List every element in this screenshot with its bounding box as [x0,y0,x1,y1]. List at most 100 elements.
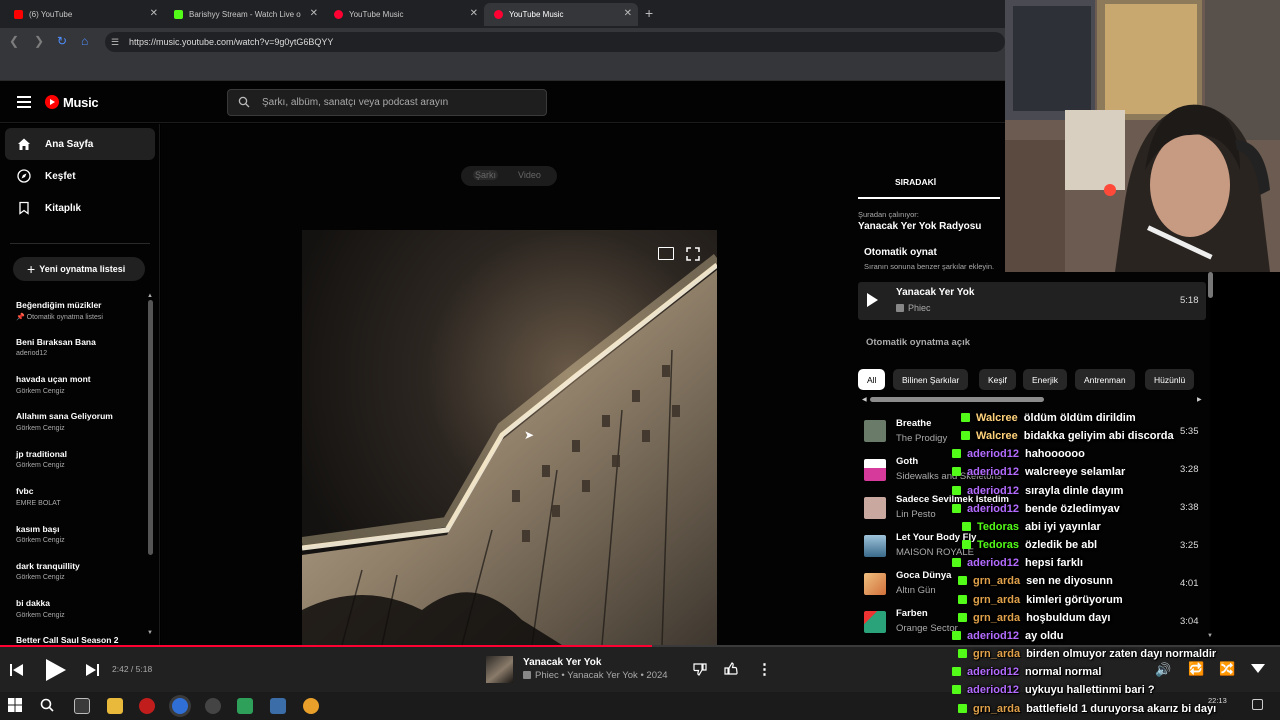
chat-username[interactable]: Tedoras [977,539,1019,551]
chat-username[interactable]: aderiod12 [967,684,1019,696]
fullscreen-icon[interactable] [686,247,700,261]
miniplayer-icon[interactable] [658,247,674,260]
browser-app-icon[interactable] [172,698,188,714]
queue-item-title[interactable]: Farben [896,608,928,619]
playing-from-name[interactable]: Yanacak Yer Yok Radyosu [858,221,981,232]
shuffle-icon[interactable]: 🔀 [1219,661,1235,677]
chip-discover[interactable]: Keşif [979,369,1016,390]
chat-username[interactable]: aderiod12 [967,503,1019,515]
playlist-title[interactable]: jp traditional [16,449,67,459]
new-tab-button[interactable]: + [645,5,653,21]
chat-username[interactable]: Walcree [976,412,1018,424]
chat-username[interactable]: aderiod12 [967,448,1019,460]
chat-username[interactable]: aderiod12 [967,630,1019,642]
playlist-title[interactable]: dark tranquillity [16,561,80,571]
tab-up-next[interactable]: SIRADAKİ [895,177,936,187]
previous-icon[interactable] [10,663,24,681]
sidebar-scrollbar[interactable] [148,300,153,555]
chat-username[interactable]: grn_arda [973,594,1020,606]
notification-icon[interactable] [1252,699,1263,710]
scroll-up-icon[interactable]: ▲ [147,293,153,299]
more-options-icon[interactable]: ⋮ [757,660,772,678]
new-playlist-button[interactable]: + Yeni oynatma listesi [13,257,145,281]
forward-icon[interactable]: ❯ [34,34,44,48]
home-button-icon[interactable]: ⌂ [81,34,88,48]
start-icon[interactable] [8,698,24,714]
chat-text: ay oldu [1024,630,1064,642]
scroll-down-icon[interactable]: ▼ [1207,633,1213,639]
ytmusic-logo-icon[interactable] [45,95,59,109]
playlist-title[interactable]: Allahım sana Geliyorum [16,411,113,421]
app-icon[interactable] [303,698,319,714]
menu-icon[interactable] [17,96,31,111]
chat-username[interactable]: grn_arda [973,703,1020,715]
chat-username[interactable]: aderiod12 [967,666,1019,678]
player-song-title[interactable]: Yanacak Yer Yok [523,657,601,668]
queue-scrollbar[interactable] [1208,272,1213,298]
logo-text[interactable]: Music [63,95,99,110]
dislike-icon[interactable] [693,662,707,679]
search-taskbar-icon[interactable] [40,698,56,714]
reload-icon[interactable]: ↻ [57,34,67,48]
chip-workout[interactable]: Antrenman [1075,369,1135,390]
close-tab-icon[interactable]: ✕ [624,8,632,19]
play-button-icon[interactable] [46,659,66,681]
search-icon[interactable] [238,95,250,113]
playlist-title[interactable]: Beğendiğim müzikler [16,300,102,310]
chip-scroll-left-icon[interactable]: ◀ [862,396,867,403]
like-icon[interactable] [724,662,738,679]
queue-item-title[interactable]: Breathe [896,418,931,429]
browser-tab[interactable]: YouTube Music ✕ [324,3,484,26]
playlist-title[interactable]: bi dakka [16,598,50,608]
chat-message: grn_arda sen ne diyosunn [958,575,1113,587]
chat-username[interactable]: aderiod12 [967,466,1019,478]
chip-scrollbar[interactable] [870,397,1044,402]
scroll-down-icon[interactable]: ▼ [147,630,153,636]
search-placeholder[interactable]: Şarkı, albüm, sanatçı veya podcast arayı… [262,97,448,108]
chat-username[interactable]: grn_arda [973,575,1020,587]
chat-username[interactable]: grn_arda [973,612,1020,624]
player-thumbnail[interactable] [486,656,513,683]
back-icon[interactable]: ❮ [9,34,19,48]
toggle-song[interactable]: Şarkı [473,170,499,180]
chat-username[interactable]: Tedoras [977,521,1019,533]
chat-username[interactable]: Walcree [976,430,1018,442]
app-icon[interactable] [270,698,286,714]
chip-sad[interactable]: Hüzünlü [1145,369,1195,390]
browser-tab[interactable]: (6) YouTube ✕ [4,3,164,26]
chip-all[interactable]: All [858,369,886,390]
playlist-title[interactable]: havada uçan mont [16,374,91,384]
playlist-title[interactable]: kasım başı [16,524,59,534]
playlist-title[interactable]: Better Call Saul Season 2 [16,635,119,644]
file-explorer-icon[interactable] [107,698,123,714]
chip-scroll-right-icon[interactable]: ▶ [1197,396,1202,403]
chat-username[interactable]: grn_arda [973,648,1020,660]
chat-username[interactable]: aderiod12 [967,485,1019,497]
chat-text: sen ne diyosunn [1026,575,1113,587]
app-icon[interactable] [237,698,253,714]
repeat-icon[interactable]: 🔁 [1188,661,1204,677]
toggle-video[interactable]: Video [518,170,541,180]
queue-item-title[interactable]: Goca Dünya [896,570,951,581]
queue-item-title[interactable]: Goth [896,456,918,467]
app-icon[interactable] [205,698,221,714]
calendar-app-icon[interactable] [74,698,90,714]
playlist-title[interactable]: Beni Bıraksan Bana [16,337,96,347]
playlist-subtitle: Görkem Cengiz [16,462,65,469]
volume-icon[interactable]: 🔊 [1155,662,1171,678]
close-tab-icon[interactable]: ✕ [470,8,478,19]
close-tab-icon[interactable]: ✕ [150,8,158,19]
url-text[interactable]: https://music.youtube.com/watch?v=9g0ytG… [129,37,333,47]
playlist-title[interactable]: fvbc [16,486,33,496]
browser-tab[interactable]: Barishyy Stream - Watch Live o ✕ [164,3,324,26]
expand-player-icon[interactable] [1251,664,1265,673]
close-tab-icon[interactable]: ✕ [310,8,318,19]
next-icon[interactable] [85,663,99,681]
chip-energetic[interactable]: Enerjik [1023,369,1067,390]
play-icon[interactable] [867,293,878,307]
app-icon[interactable] [139,698,155,714]
chat-username[interactable]: aderiod12 [967,557,1019,569]
chip-known-songs[interactable]: Bilinen Şarkılar [893,369,969,390]
site-info-icon[interactable]: ☰ [111,37,119,48]
browser-tab-active[interactable]: YouTube Music ✕ [484,3,638,26]
